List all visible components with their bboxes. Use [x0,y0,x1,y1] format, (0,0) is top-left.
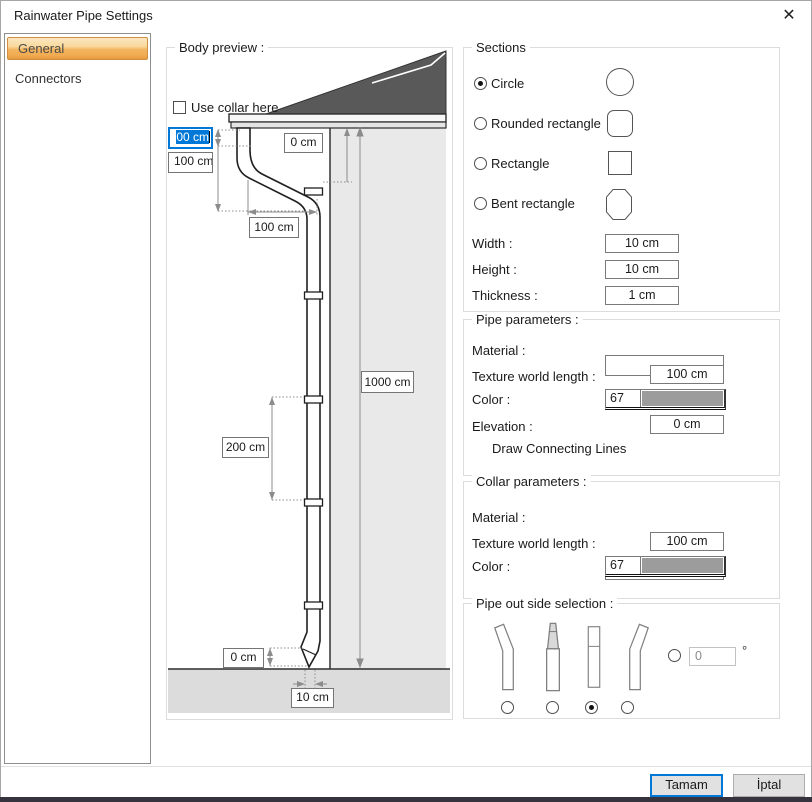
pipe-material-label: Material : [472,343,525,358]
use-collar-label: Use collar here [191,100,278,115]
pipe-color-picker[interactable]: 67 [605,389,726,410]
sidebar: General Connectors [4,33,151,764]
pipe-color-label: Color : [472,392,510,407]
dimension-edit-field[interactable]: 00 cm [168,127,213,149]
radio-outlet-bend-left[interactable] [501,701,514,714]
radio-outlet-angle[interactable] [668,649,681,662]
rounded-rectangle-shape-icon [607,110,633,137]
outlet-cone-top-icon [543,619,563,695]
sidebar-item-general[interactable]: General [7,37,148,60]
height-input[interactable]: 10 cm [605,260,679,279]
use-collar-checkbox[interactable] [173,101,186,114]
dimension-box-bottom-elbow[interactable]: 0 cm [223,648,264,668]
dimension-box-horizontal[interactable]: 100 cm [249,217,299,238]
pipe-parameters-label: Pipe parameters : [472,312,583,327]
outlet-bend-right-icon [620,619,650,695]
outlet-straight-icon [585,619,603,695]
collar-parameters-label: Collar parameters : [472,474,591,489]
radio-rectangle-label: Rectangle [491,156,550,171]
sections-label: Sections [472,40,530,55]
radio-rounded-rectangle[interactable] [474,117,487,130]
radio-bent-rectangle[interactable] [474,197,487,210]
radio-circle-label: Circle [491,76,524,91]
draw-connecting-lines-label: Draw Connecting Lines [492,441,626,456]
pipe-out-side-label: Pipe out side selection : [472,596,617,611]
collar-color-swatch [642,558,723,573]
dimension-box-bottom-offset[interactable]: 10 cm [291,688,334,708]
radio-outlet-cone-top[interactable] [546,701,559,714]
radio-rectangle[interactable] [474,157,487,170]
collar-texture-length-label: Texture world length : [472,536,596,551]
collar-color-picker[interactable]: 67 [605,556,726,577]
ok-button[interactable]: Tamam [650,774,723,797]
pipe-elevation-input[interactable]: 0 cm [650,415,724,434]
pipe-elevation-label: Elevation : [472,419,533,434]
height-label: Height : [472,262,517,277]
collar-material-label: Material : [472,510,525,525]
thickness-label: Thickness : [472,288,538,303]
close-icon[interactable]: ✕ [778,6,800,28]
footer-divider [1,766,811,767]
rectangle-shape-icon [608,151,632,175]
thickness-input[interactable]: 1 cm [605,286,679,305]
bent-rectangle-shape-icon [606,189,632,220]
outlet-angle-input[interactable]: 0 [689,647,736,666]
pipe-texture-length-label: Texture world length : [472,369,596,384]
background-app-edge [0,797,812,802]
outlet-bend-left-icon [493,619,523,695]
dimension-box-left-lower[interactable]: 100 cm [168,152,213,173]
window-title: Rainwater Pipe Settings [14,8,153,23]
radio-outlet-straight[interactable] [585,701,598,714]
dimension-box-segment[interactable]: 200 cm [222,437,269,458]
circle-shape-icon [606,68,634,96]
radio-outlet-bend-right[interactable] [621,701,634,714]
radio-bent-rectangle-label: Bent rectangle [491,196,575,211]
pipe-color-swatch [642,391,723,406]
collar-color-index: 67 [606,557,641,574]
radio-rounded-rectangle-label: Rounded rectangle [491,116,601,131]
width-label: Width : [472,236,512,251]
degree-symbol: ° [742,643,747,658]
collar-texture-length-input[interactable]: 100 cm [650,532,724,551]
pipe-texture-length-input[interactable]: 100 cm [650,365,724,384]
collar-color-label: Color : [472,559,510,574]
radio-circle[interactable] [474,77,487,90]
pipe-color-index: 67 [606,390,641,407]
cancel-button[interactable]: İptal [733,774,805,797]
dimension-box-wall-height[interactable]: 1000 cm [361,371,414,393]
width-input[interactable]: 10 cm [605,234,679,253]
sidebar-item-connectors[interactable]: Connectors [5,68,150,89]
dimension-box-top-gap[interactable]: 0 cm [284,133,323,153]
